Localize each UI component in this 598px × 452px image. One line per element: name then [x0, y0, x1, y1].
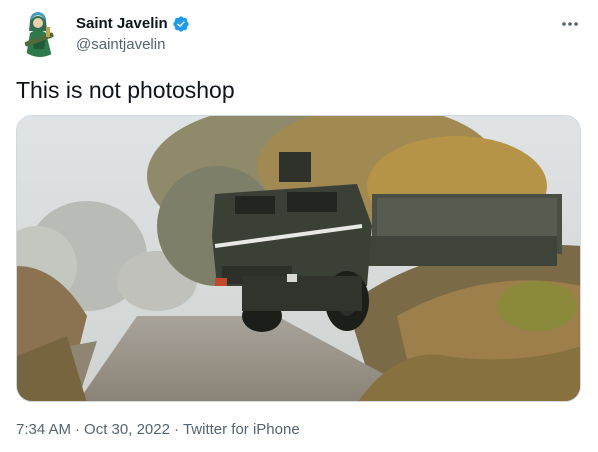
- himars-photo-icon: [17, 116, 580, 401]
- tweet-time[interactable]: 7:34 AM: [16, 420, 71, 440]
- more-options-icon[interactable]: [560, 14, 580, 34]
- author-avatar[interactable]: [16, 9, 64, 57]
- tweet-metadata: 7:34 AM · Oct 30, 2022 · Twitter for iPh…: [16, 420, 300, 440]
- author-display-name[interactable]: Saint Javelin: [76, 14, 168, 34]
- tweet-source: Twitter for iPhone: [182, 421, 300, 438]
- saint-javelin-avatar-icon: [16, 9, 64, 57]
- meta-separator: ·: [173, 421, 179, 438]
- meta-separator: ·: [75, 421, 81, 438]
- author-handle[interactable]: @saintjavelin: [76, 35, 165, 55]
- tweet-text: This is not photoshop: [16, 77, 235, 103]
- tweet-photo[interactable]: [16, 115, 581, 402]
- verified-badge-icon: [172, 15, 190, 33]
- tweet: Saint Javelin @saintjavelin This is not …: [0, 0, 598, 452]
- author-name-row: Saint Javelin: [76, 14, 190, 34]
- tweet-date[interactable]: Oct 30, 2022: [84, 420, 170, 440]
